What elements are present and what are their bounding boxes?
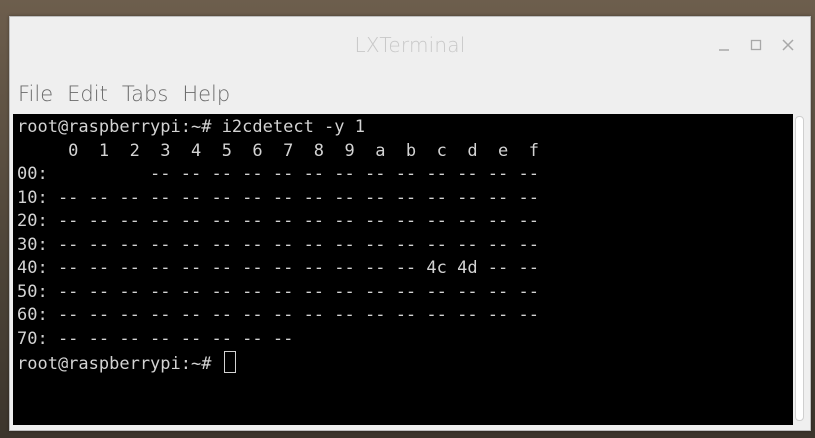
title-bar[interactable]: LXTerminal — [10, 17, 810, 75]
terminal-scrollbar[interactable] — [793, 114, 806, 425]
text-cursor — [223, 351, 236, 373]
window-title: LXTerminal — [354, 33, 466, 57]
terminal-line: 00: -- -- -- -- -- -- -- -- -- -- -- -- … — [17, 164, 539, 184]
menu-help[interactable]: Help — [182, 82, 230, 106]
terminal-line: 50: -- -- -- -- -- -- -- -- -- -- -- -- … — [17, 281, 539, 302]
menu-tabs[interactable]: Tabs — [122, 82, 169, 106]
terminal-line: 40: -- -- -- -- -- -- -- -- -- -- -- -- … — [17, 258, 539, 278]
terminal-prompt-line[interactable]: root@raspberrypi:~# — [17, 351, 795, 375]
close-icon[interactable] — [776, 33, 800, 57]
terminal-window: LXTerminal File Edit Tabs Help root@rasp… — [9, 16, 811, 431]
terminal-line: root@raspberrypi:~# i2cdetect -y 1 — [17, 117, 365, 137]
terminal-line: 30: -- -- -- -- -- -- -- -- -- -- -- -- … — [17, 234, 539, 255]
menu-bar: File Edit Tabs Help — [10, 75, 810, 113]
menu-edit[interactable]: Edit — [67, 82, 108, 106]
terminal-line: 20: -- -- -- -- -- -- -- -- -- -- -- -- … — [17, 211, 539, 231]
minimize-icon[interactable] — [712, 33, 736, 57]
terminal-line: 60: -- -- -- -- -- -- -- -- -- -- -- -- … — [17, 305, 539, 325]
menu-file[interactable]: File — [18, 82, 53, 106]
terminal-output[interactable]: root@raspberrypi:~# i2cdetect -y 1 0 1 2… — [13, 114, 795, 425]
terminal-line: 70: -- -- -- -- -- -- -- -- — [17, 328, 294, 349]
terminal-line: 10: -- -- -- -- -- -- -- -- -- -- -- -- … — [17, 187, 539, 208]
terminal-line: 0 1 2 3 4 5 6 7 8 9 a b c d e f — [17, 140, 539, 161]
scrollbar-thumb[interactable] — [795, 116, 804, 421]
window-controls — [712, 33, 800, 57]
maximize-icon[interactable] — [744, 33, 768, 57]
terminal-prompt: root@raspberrypi:~# — [17, 354, 222, 374]
